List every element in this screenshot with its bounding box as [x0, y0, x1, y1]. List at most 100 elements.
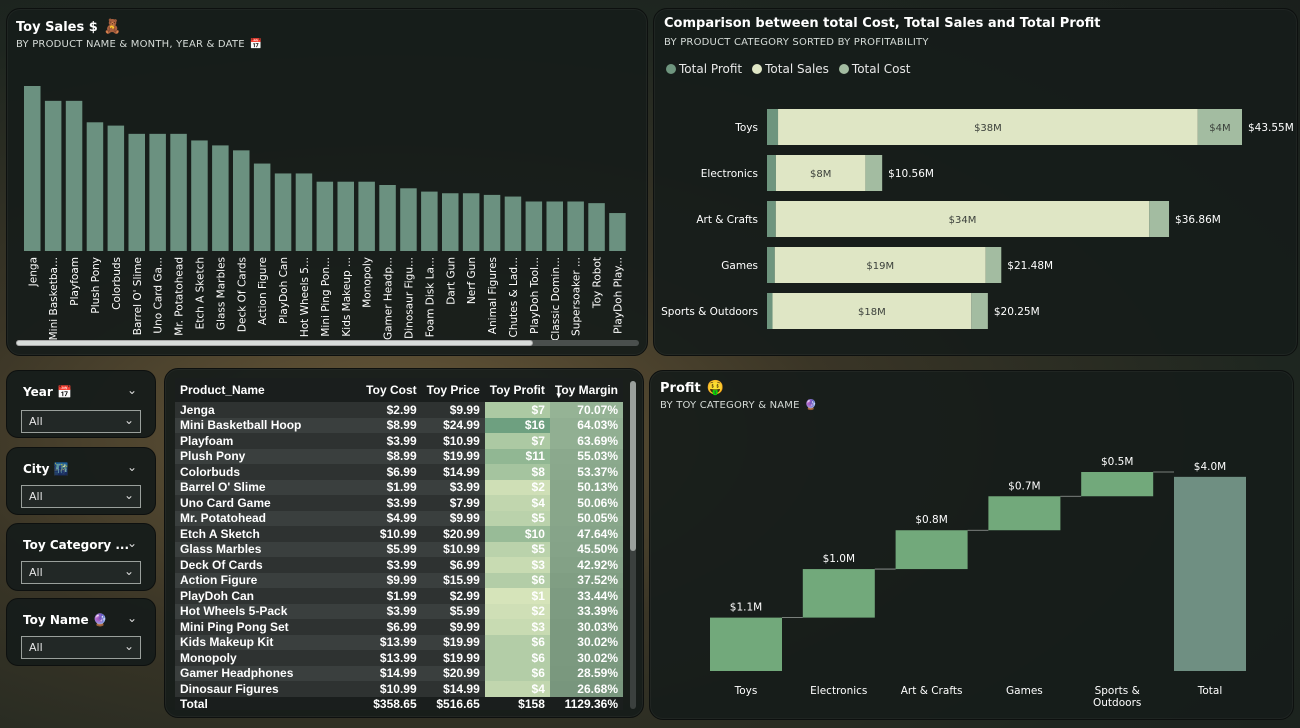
table-row[interactable]: Mini Basketball Hoop $8.99 $24.99 $16 64.03% — [175, 417, 623, 433]
sales-bar[interactable] — [421, 191, 438, 251]
sales-bar[interactable] — [337, 181, 355, 251]
col-header-price[interactable]: Toy Price — [421, 378, 485, 402]
table-row[interactable]: Colorbuds $6.99 $14.99 $8 53.37% — [175, 464, 623, 480]
stack-segment[interactable] — [767, 247, 775, 283]
table-row[interactable]: Glass Marbles $5.99 $10.99 $5 45.50% — [175, 541, 623, 557]
col-header-product[interactable]: Product_Name — [175, 378, 362, 402]
toy-category-slicer[interactable]: Toy Category ... ⌄ All ⌄ — [6, 523, 156, 591]
sales-bar[interactable] — [442, 193, 459, 251]
cell-margin: 33.44% — [549, 588, 623, 604]
cell-margin: 26.68% — [549, 681, 623, 697]
table-row[interactable]: Action Figure $9.99 $15.99 $6 37.52% — [175, 572, 623, 588]
sales-bar[interactable] — [86, 122, 104, 251]
stack-segment[interactable] — [767, 293, 773, 329]
chevron-down-icon[interactable]: ⌄ — [127, 460, 137, 474]
waterfall-bar[interactable] — [895, 530, 968, 570]
sales-bar[interactable] — [65, 100, 83, 251]
table-row[interactable]: Etch A Sketch $10.99 $20.99 $10 47.64% — [175, 526, 623, 542]
sales-bar[interactable] — [170, 133, 187, 251]
waterfall-bar[interactable] — [988, 496, 1061, 531]
toy-category-dropdown[interactable]: All ⌄ — [21, 561, 141, 584]
sales-bar[interactable] — [44, 100, 62, 251]
waterfall-bar[interactable] — [1174, 476, 1246, 671]
cell-cost: $3.99 — [361, 433, 422, 449]
table-row[interactable]: Kids Makeup Kit $13.99 $19.99 $6 30.02% — [175, 634, 623, 650]
year-dropdown[interactable]: All ⌄ — [21, 410, 141, 433]
sales-bar[interactable] — [295, 173, 313, 251]
waterfall-data-label: $1.0M — [823, 553, 855, 565]
stack-segment[interactable] — [1149, 201, 1170, 237]
cell-price: $14.99 — [421, 464, 485, 480]
waterfall-bar[interactable] — [802, 569, 875, 618]
sales-bar[interactable] — [504, 196, 522, 251]
stack-segment[interactable] — [767, 201, 776, 237]
table-row[interactable]: Barrel O' Slime $1.99 $3.99 $2 50.13% — [175, 479, 623, 495]
waterfall-data-label: $1.1M — [730, 602, 762, 614]
y-tick-label: Art & Crafts — [696, 214, 758, 226]
col-header-margin[interactable]: Toy Margin ▼ — [549, 378, 623, 402]
table-row[interactable]: Plush Pony $8.99 $19.99 $11 55.03% — [175, 448, 623, 464]
sales-bar[interactable] — [567, 201, 584, 252]
x-tick-label: Barrel O' Slime — [132, 257, 144, 335]
sales-bar[interactable] — [462, 193, 480, 251]
sales-bar[interactable] — [358, 181, 375, 251]
sales-bar[interactable] — [233, 150, 250, 251]
stack-segment[interactable] — [767, 109, 779, 145]
sales-bar[interactable] — [24, 86, 41, 251]
sales-bar[interactable] — [316, 181, 334, 251]
toy-name-slicer[interactable]: Toy Name 🔮 ⌄ All ⌄ — [6, 598, 156, 666]
table-row[interactable]: Deck Of Cards $3.99 $6.99 $3 42.92% — [175, 557, 623, 573]
x-tick-label: Mini Ping Pon... — [320, 257, 332, 337]
sales-data-label: $18M — [858, 307, 886, 318]
table-row[interactable]: Monopoly $13.99 $19.99 $6 30.02% — [175, 650, 623, 666]
sales-bar[interactable] — [149, 133, 166, 251]
sales-bar[interactable] — [525, 201, 543, 252]
chevron-down-icon: ⌄ — [123, 488, 134, 502]
waterfall-bar[interactable] — [710, 617, 782, 671]
stack-segment[interactable] — [971, 293, 988, 329]
sales-bar[interactable] — [609, 213, 626, 251]
sales-bar[interactable] — [107, 125, 125, 251]
toy-sales-bar-chart: Jenga Mini Basketba... Playfoam Plush Pony C… — [24, 86, 626, 341]
col-header-profit[interactable]: Toy Profit — [484, 378, 550, 402]
scrollbar-thumb[interactable] — [630, 381, 636, 551]
stack-segment[interactable] — [865, 155, 883, 191]
year-slicer[interactable]: Year 📅 ⌄ All ⌄ — [6, 370, 156, 438]
sales-bar[interactable] — [212, 145, 229, 251]
stack-segment[interactable] — [985, 247, 1002, 283]
table-row[interactable]: Mini Ping Pong Set $6.99 $9.99 $3 30.03% — [175, 619, 623, 635]
table-row[interactable]: Dinosaur Figures $10.99 $14.99 $4 26.68% — [175, 681, 623, 697]
chevron-down-icon[interactable]: ⌄ — [127, 536, 137, 550]
sales-bar[interactable] — [483, 194, 501, 251]
sales-bar[interactable] — [546, 201, 564, 252]
sales-bar[interactable] — [400, 188, 417, 251]
sales-bar[interactable] — [588, 203, 605, 251]
toy-name-slicer-label: Toy Name — [23, 613, 89, 627]
chevron-down-icon[interactable]: ⌄ — [127, 383, 137, 397]
cell-cost: $3.99 — [361, 495, 422, 511]
toy-name-dropdown[interactable]: All ⌄ — [21, 636, 141, 659]
x-tick-label: Mini Basketba... — [48, 257, 60, 340]
table-row[interactable]: Gamer Headphones $14.99 $20.99 $6 28.59% — [175, 665, 623, 681]
stack-segment[interactable] — [767, 155, 776, 191]
table-row[interactable]: Mr. Potatohead $4.99 $9.99 $5 50.05% — [175, 510, 623, 526]
chevron-down-icon[interactable]: ⌄ — [127, 611, 137, 625]
vertical-scrollbar[interactable] — [630, 381, 636, 709]
city-dropdown[interactable]: All ⌄ — [21, 485, 141, 508]
table-row[interactable]: PlayDoh Can $1.99 $2.99 $1 33.44% — [175, 588, 623, 604]
sales-bar[interactable] — [379, 185, 396, 251]
sales-bar[interactable] — [128, 133, 146, 251]
sales-bar[interactable] — [253, 163, 271, 251]
table-row[interactable]: Uno Card Game $3.99 $7.99 $4 50.06% — [175, 495, 623, 511]
city-slicer[interactable]: City 🌃 ⌄ All ⌄ — [6, 447, 156, 515]
sales-bar[interactable] — [274, 173, 292, 251]
sales-bar[interactable] — [191, 140, 208, 251]
cell-cost: $4.99 — [361, 510, 422, 526]
scrollbar-thumb[interactable] — [16, 340, 533, 346]
table-row[interactable]: Playfoam $3.99 $10.99 $7 63.69% — [175, 433, 623, 449]
table-row[interactable]: Jenga $2.99 $9.99 $7 70.07% — [175, 402, 623, 418]
horizontal-scrollbar[interactable] — [16, 340, 639, 346]
col-header-cost[interactable]: Toy Cost — [361, 378, 422, 402]
table-row[interactable]: Hot Wheels 5-Pack $3.99 $5.99 $2 33.39% — [175, 603, 623, 619]
waterfall-bar[interactable] — [1081, 472, 1154, 497]
